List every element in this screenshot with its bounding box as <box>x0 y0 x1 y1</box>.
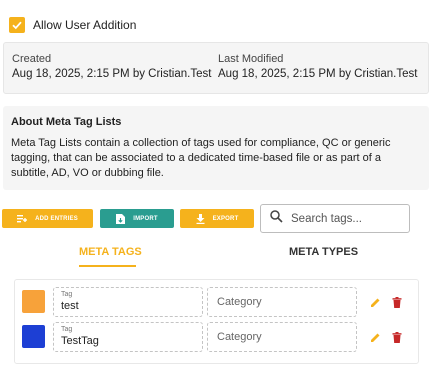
allow-user-addition-checkbox[interactable] <box>9 17 25 33</box>
tag-row: Tag test Category <box>15 287 418 317</box>
category-field[interactable]: Category <box>207 287 357 317</box>
about-text: Meta Tag Lists contain a collection of t… <box>11 137 391 179</box>
import-button[interactable]: IMPORT <box>100 209 174 228</box>
tag-field-value: test <box>61 300 79 312</box>
delete-icon[interactable] <box>390 330 404 344</box>
tag-field-value: TestTag <box>61 335 99 347</box>
search-icon <box>270 209 283 228</box>
created-label: Created <box>12 53 52 65</box>
tag-name-field[interactable]: Tag TestTag <box>53 322 203 352</box>
tag-name-field[interactable]: Tag test <box>53 287 203 317</box>
created-info: Created Aug 18, 2025, 2:15 PM by Cristia… <box>12 53 211 80</box>
tag-color-swatch[interactable] <box>22 290 45 313</box>
about-title: About Meta Tag Lists <box>11 116 122 128</box>
metadata-panel: Created Aug 18, 2025, 2:15 PM by Cristia… <box>3 42 429 94</box>
tab-meta-types[interactable]: META TYPES <box>289 246 358 258</box>
tag-color-swatch[interactable] <box>22 325 45 348</box>
search-box[interactable] <box>260 204 410 233</box>
import-file-icon <box>116 213 126 224</box>
about-panel: About Meta Tag Lists Meta Tag Lists cont… <box>3 106 429 190</box>
playlist-add-icon <box>17 214 28 223</box>
add-entries-button[interactable]: ADD ENTRIES <box>2 209 93 228</box>
allow-user-addition-label: Allow User Addition <box>33 18 137 32</box>
modified-value: Aug 18, 2025, 2:15 PM by Cristian.Test <box>218 68 418 80</box>
export-label: EXPORT <box>212 215 239 222</box>
import-label: IMPORT <box>133 215 158 222</box>
active-tab-indicator <box>79 265 136 267</box>
tag-field-label: Tag <box>61 291 73 298</box>
created-value: Aug 18, 2025, 2:15 PM by Cristian.Test <box>12 68 212 80</box>
tag-field-label: Tag <box>61 326 73 333</box>
download-icon <box>196 213 205 224</box>
edit-icon[interactable] <box>368 295 382 309</box>
add-entries-label: ADD ENTRIES <box>35 215 78 222</box>
export-button[interactable]: EXPORT <box>180 209 254 228</box>
category-field[interactable]: Category <box>207 322 357 352</box>
tab-meta-tags[interactable]: META TAGS <box>79 246 142 258</box>
modified-info: Last Modified Aug 18, 2025, 2:15 PM by C… <box>218 53 417 80</box>
tag-list: Tag test Category Tag TestTag Category <box>14 279 419 364</box>
tag-row: Tag TestTag Category <box>15 322 418 352</box>
search-input[interactable] <box>291 212 401 225</box>
allow-user-addition[interactable]: Allow User Addition <box>9 17 136 33</box>
category-placeholder: Category <box>217 331 262 343</box>
modified-label: Last Modified <box>218 53 284 65</box>
delete-icon[interactable] <box>390 295 404 309</box>
checkmark-icon <box>12 21 22 30</box>
category-placeholder: Category <box>217 296 262 308</box>
edit-icon[interactable] <box>368 330 382 344</box>
